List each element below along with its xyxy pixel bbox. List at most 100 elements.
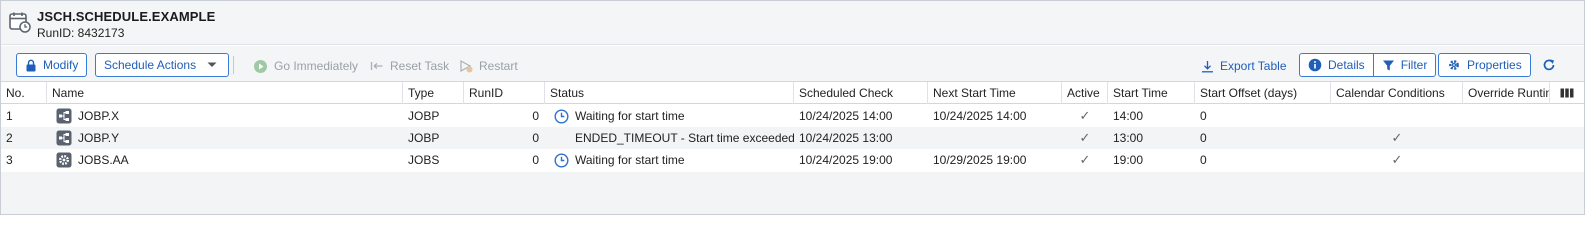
status-text: ENDED_TIMEOUT - Start time exceeded.: [575, 131, 794, 145]
reset-task-label: Reset Task: [390, 59, 450, 73]
table-row[interactable]: 1 JOBP.X JOBP 0 Waiting for start time 1…: [1, 105, 1584, 127]
column-header-start-time[interactable]: Start Time: [1108, 82, 1195, 104]
column-header-calendar-conditions[interactable]: Calendar Conditions: [1331, 82, 1463, 104]
page-title: JSCH.SCHEDULE.EXAMPLE: [37, 9, 216, 24]
filter-button[interactable]: Filter: [1372, 54, 1436, 76]
cell-start-time: 19:00: [1113, 153, 1144, 167]
restart-icon: [460, 59, 473, 73]
cell-scheduled-check: 10/24/2025 14:00: [799, 109, 893, 123]
modify-label: Modify: [43, 58, 79, 72]
cell-scheduled-check: 10/24/2025 19:00: [799, 153, 893, 167]
schedule-actions-dropdown[interactable]: Schedule Actions: [95, 53, 230, 77]
cell-no: 3: [6, 153, 13, 167]
cell-status: Waiting for start time: [549, 149, 794, 171]
table-header: No. Name Type RunID Status Scheduled Che…: [1, 82, 1584, 104]
column-header-override-runtime[interactable]: Override Runtim: [1463, 82, 1549, 104]
details-label: Details: [1328, 58, 1365, 72]
toolbar-divider: [233, 56, 234, 74]
details-filter-group: Details Filter: [1299, 53, 1437, 77]
chevron-down-icon: [207, 62, 217, 67]
column-header-status[interactable]: Status: [545, 82, 794, 104]
cell-name: JOBP.Y: [51, 127, 401, 149]
info-icon: [1308, 58, 1322, 72]
filter-label: Filter: [1400, 58, 1428, 72]
cell-next-start-time: 10/29/2025 19:00: [933, 153, 1027, 167]
cell-calendar-conditions: ✓: [1391, 152, 1403, 167]
cell-start-offset: 0: [1200, 153, 1207, 167]
window-header: JSCH.SCHEDULE.EXAMPLE RunID: 8432173: [1, 1, 1584, 45]
clock-icon: [554, 152, 569, 168]
cell-calendar-conditions: ✓: [1391, 130, 1403, 145]
status-text: Waiting for start time: [575, 153, 685, 167]
cell-runid: 0: [532, 109, 539, 123]
workflow-icon: [56, 130, 72, 146]
schedule-actions-label: Schedule Actions: [104, 58, 197, 72]
task-name[interactable]: JOBP.X: [78, 105, 119, 127]
reset-task-button[interactable]: Reset Task: [370, 57, 449, 75]
columns-icon: [1560, 88, 1574, 98]
column-header-scheduled-check[interactable]: Scheduled Check: [794, 82, 928, 104]
cell-status: ENDED_TIMEOUT - Start time exceeded.: [549, 127, 794, 149]
refresh-button[interactable]: [1542, 56, 1556, 74]
cell-status: Waiting for start time: [549, 105, 794, 127]
download-icon: [1202, 60, 1213, 72]
cell-active-checkmark: ✓: [1079, 108, 1091, 123]
export-table-label: Export Table: [1220, 59, 1287, 73]
task-name[interactable]: JOBS.AA: [78, 149, 129, 171]
cell-type: JOBP: [408, 109, 440, 123]
clock-icon: [554, 108, 569, 124]
modify-button[interactable]: Modify: [16, 53, 88, 77]
reset-icon: [370, 62, 383, 70]
toolbar: Modify Schedule Actions Go Immediately R…: [1, 46, 1584, 82]
properties-button[interactable]: Properties: [1438, 53, 1531, 77]
status-icon-placeholder: [554, 131, 569, 146]
go-immediately-label: Go Immediately: [274, 59, 359, 73]
cell-active-checkmark: ✓: [1079, 130, 1091, 145]
filter-icon: [1382, 60, 1394, 70]
column-header-start-offset[interactable]: Start Offset (days): [1195, 82, 1331, 104]
restart-label: Restart: [479, 59, 518, 73]
cell-scheduled-check: 10/24/2025 13:00: [799, 131, 893, 145]
cell-calendar-conditions: [1331, 105, 1463, 127]
schedule-calendar-icon: [9, 12, 31, 33]
column-header-no[interactable]: No.: [1, 82, 47, 104]
schedule-window: JSCH.SCHEDULE.EXAMPLE RunID: 8432173 Mod…: [0, 0, 1585, 215]
cell-runid: 0: [532, 131, 539, 145]
cell-active-checkmark: ✓: [1079, 152, 1091, 167]
lock-icon: [26, 59, 36, 71]
status-text: Waiting for start time: [575, 109, 685, 123]
table-empty-area: [1, 172, 1584, 214]
workflow-icon: [56, 108, 72, 124]
cell-runid: 0: [532, 153, 539, 167]
run-id-label: RunID: 8432173: [37, 26, 125, 40]
table-row[interactable]: 3 JOBS.AA JOBS 0 Waiting for start time …: [1, 149, 1584, 171]
cell-name: JOBP.X: [51, 105, 401, 127]
cell-start-time: 14:00: [1113, 109, 1144, 123]
column-chooser-button[interactable]: [1549, 82, 1584, 104]
gear-icon: [1449, 60, 1459, 70]
cell-type: JOBP: [408, 131, 440, 145]
restart-button[interactable]: Restart: [459, 57, 518, 75]
column-header-next-start-time[interactable]: Next Start Time: [928, 82, 1062, 104]
refresh-icon: [1543, 59, 1555, 71]
properties-label: Properties: [1467, 58, 1522, 72]
task-name[interactable]: JOBP.Y: [78, 127, 119, 149]
cell-name: JOBS.AA: [51, 149, 401, 171]
cell-next-start-time: 10/24/2025 14:00: [933, 109, 1027, 123]
table-row[interactable]: 2 JOBP.Y JOBP 0 ENDED_TIMEOUT - Start ti…: [1, 127, 1584, 149]
column-header-name[interactable]: Name: [47, 82, 403, 104]
cell-no: 2: [6, 131, 13, 145]
go-immediately-button[interactable]: Go Immediately: [253, 57, 358, 75]
cell-no: 1: [6, 109, 13, 123]
cell-next-start-time: [928, 127, 1062, 149]
column-header-runid[interactable]: RunID: [464, 82, 545, 104]
column-header-active[interactable]: Active: [1062, 82, 1108, 104]
cell-start-time: 13:00: [1113, 131, 1144, 145]
job-gear-icon: [56, 152, 72, 168]
export-table-button[interactable]: Export Table: [1201, 57, 1287, 75]
details-button[interactable]: Details: [1300, 54, 1373, 76]
cell-start-offset: 0: [1200, 131, 1207, 145]
cell-start-offset: 0: [1200, 109, 1207, 123]
column-header-type[interactable]: Type: [403, 82, 464, 104]
play-icon: [254, 59, 267, 73]
